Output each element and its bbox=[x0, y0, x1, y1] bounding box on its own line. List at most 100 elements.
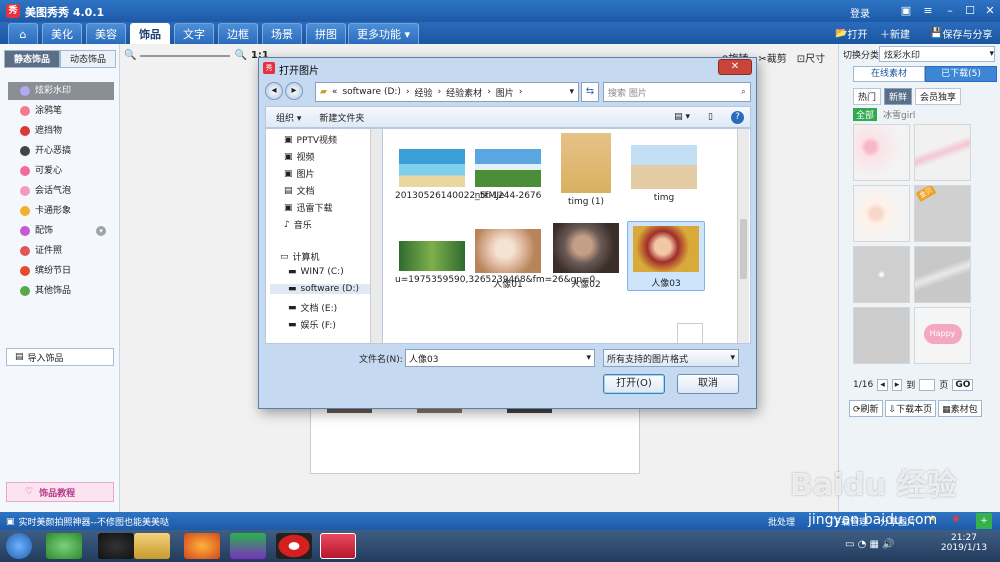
file-item-selected[interactable]: 人像03 bbox=[627, 221, 705, 291]
meitu-taskbar-icon[interactable] bbox=[320, 533, 356, 559]
file-item[interactable]: ntk-1244-2676 bbox=[471, 149, 545, 201]
zoom-slider[interactable] bbox=[140, 54, 231, 57]
save-share-button[interactable]: 💾 保存与分享 bbox=[930, 26, 992, 41]
crop-button[interactable]: ✂裁剪 bbox=[758, 50, 786, 65]
tab-beautify[interactable]: 美化 bbox=[42, 23, 82, 44]
breadcrumb-item[interactable]: 图片 bbox=[496, 86, 514, 99]
file-item[interactable]: timg bbox=[627, 145, 701, 203]
tab-animated-accessories[interactable]: 动态饰品 bbox=[60, 50, 116, 68]
address-bar[interactable]: ▰ « software (D:) › 经验 › 经验素材 › 图片 › ▾ bbox=[315, 82, 579, 102]
skin-icon[interactable]: ▣ bbox=[898, 3, 914, 19]
breadcrumb-item[interactable]: software (D:) bbox=[342, 87, 401, 97]
file-item[interactable]: 20130526140022_5fMJe bbox=[395, 149, 505, 201]
firefox-icon[interactable] bbox=[184, 533, 220, 559]
tab-collage[interactable]: 拼图 bbox=[306, 23, 346, 44]
minimize-icon[interactable]: – bbox=[942, 3, 958, 19]
tab-text[interactable]: 文字 bbox=[174, 23, 214, 44]
file-type-select[interactable]: 所有支持的图片格式 ▾ bbox=[603, 349, 739, 367]
breadcrumb-item[interactable]: 经验 bbox=[415, 86, 433, 99]
tab-static-accessories[interactable]: 静态饰品 bbox=[4, 50, 60, 68]
menu-icon[interactable]: ≡ bbox=[920, 3, 936, 19]
dialog-close-button[interactable]: ✕ bbox=[718, 59, 752, 75]
tab-border[interactable]: 边框 bbox=[218, 23, 258, 44]
breadcrumb-item[interactable]: 经验素材 bbox=[446, 86, 482, 99]
nav-item[interactable]: ▤ 文档 bbox=[284, 184, 315, 198]
new-button[interactable]: ＋新建 bbox=[880, 26, 910, 41]
file-list-scrollbar[interactable] bbox=[737, 129, 749, 343]
filter-hot[interactable]: 热门 bbox=[853, 88, 882, 105]
file-item[interactable]: 人像02 bbox=[549, 223, 623, 290]
left-item-funny[interactable]: 开心恶搞 bbox=[8, 142, 114, 160]
explorer-icon[interactable] bbox=[134, 533, 170, 559]
file-item[interactable]: 人像01 bbox=[471, 229, 545, 290]
app-360-icon[interactable] bbox=[46, 533, 82, 559]
chevron-down-icon[interactable]: ▾ bbox=[569, 87, 574, 97]
nav-item-drive-selected[interactable]: ▬ software (D:) bbox=[270, 284, 372, 294]
close-icon[interactable]: ✕ bbox=[982, 3, 998, 19]
start-button-icon[interactable] bbox=[6, 533, 32, 559]
maximize-icon[interactable]: ☐ bbox=[962, 3, 978, 19]
expand-icon[interactable]: ▾ bbox=[96, 226, 106, 236]
zoom-out-icon[interactable]: 🔍 bbox=[124, 50, 136, 61]
left-item-mask[interactable]: 遮挡物 bbox=[8, 122, 114, 140]
page-number-input[interactable] bbox=[919, 378, 936, 391]
filter-vip[interactable]: 会员独享 bbox=[915, 88, 962, 105]
batch-button[interactable]: 批处理 bbox=[768, 515, 795, 528]
filter-new[interactable]: 新鲜 bbox=[884, 88, 913, 105]
scrollbar-thumb[interactable] bbox=[740, 219, 747, 279]
tab-face[interactable]: 美容 bbox=[86, 23, 126, 44]
nav-item[interactable]: ▣ 视频 bbox=[284, 150, 315, 164]
organize-menu[interactable]: 组织 ▾ bbox=[276, 111, 301, 124]
nav-item-computer[interactable]: ▭ 计算机 bbox=[280, 250, 320, 264]
material-thumb[interactable] bbox=[853, 246, 910, 303]
tab-accessories[interactable]: 饰品 bbox=[130, 23, 170, 44]
video-app-icon[interactable] bbox=[230, 533, 266, 559]
open-button[interactable]: 📂 打开 bbox=[835, 26, 867, 41]
search-input[interactable]: 搜索 图片 ⌕ bbox=[603, 82, 751, 102]
left-item-doodle[interactable]: 涂鸦笔 bbox=[8, 102, 114, 120]
material-thumb[interactable] bbox=[853, 124, 910, 181]
left-item-id-photo[interactable]: 证件照 bbox=[8, 242, 114, 260]
import-accessory-button[interactable]: ▤ 导入饰品 bbox=[6, 348, 114, 366]
prev-page-icon[interactable]: ◂ bbox=[877, 378, 888, 391]
recorder-icon[interactable] bbox=[276, 533, 312, 559]
qq-icon[interactable] bbox=[98, 533, 134, 559]
left-item-other[interactable]: 其他饰品 bbox=[8, 282, 114, 300]
file-item[interactable]: u=1975359590,3265239468&fm=26&gp=0 bbox=[395, 241, 595, 285]
nav-item[interactable]: ▣ 图片 bbox=[284, 167, 315, 181]
generic-file-icon[interactable] bbox=[677, 323, 703, 343]
subfilter-all[interactable]: 全部 bbox=[853, 108, 878, 121]
tab-online-material[interactable]: 在线素材 bbox=[853, 66, 925, 82]
material-pack-button[interactable]: ▦素材包 bbox=[938, 400, 982, 417]
left-item-accessory[interactable]: 配饰 ▾ bbox=[8, 222, 114, 240]
next-page-icon[interactable]: ▸ bbox=[891, 378, 903, 391]
nav-item-drive[interactable]: ▬ 文档 (E:) bbox=[288, 301, 337, 315]
filename-input[interactable]: 人像03 ▾ bbox=[405, 349, 595, 367]
nav-item[interactable]: ♪ 音乐 bbox=[284, 218, 312, 232]
left-item-speech-bubble[interactable]: 会话气泡 bbox=[8, 182, 114, 200]
go-button[interactable]: GO bbox=[952, 378, 974, 391]
material-thumb[interactable] bbox=[914, 246, 971, 303]
download-page-button[interactable]: ⇩下载本页 bbox=[884, 400, 937, 417]
material-thumb[interactable] bbox=[914, 124, 971, 181]
category-select[interactable]: 炫彩水印 ▾ bbox=[879, 46, 995, 62]
material-thumb[interactable] bbox=[853, 307, 910, 364]
open-button[interactable]: 打开(O) bbox=[603, 374, 665, 394]
refresh-button[interactable]: ⟳刷新 bbox=[849, 400, 883, 417]
login-link[interactable]: 登录 bbox=[850, 5, 870, 20]
subfilter-snow-girl[interactable]: 冰雪girl bbox=[883, 108, 915, 121]
add-icon[interactable]: + bbox=[976, 513, 992, 529]
nav-item-drive[interactable]: ▬ 娱乐 (F:) bbox=[288, 318, 336, 332]
material-thumb[interactable]: 金贝 bbox=[914, 185, 971, 242]
tab-downloaded[interactable]: 已下载(5) bbox=[925, 66, 997, 82]
clock[interactable]: 21:27 2019/1/13 bbox=[940, 533, 988, 553]
refresh-icon[interactable]: ⇆ bbox=[581, 82, 599, 102]
home-icon[interactable]: ⌂ bbox=[8, 23, 38, 44]
left-item-colorful-watermark[interactable]: 炫彩水印 bbox=[8, 82, 114, 100]
forward-icon[interactable]: ▸ bbox=[285, 82, 303, 100]
nav-scrollbar[interactable] bbox=[370, 129, 382, 343]
nav-item[interactable]: ▣ PPTV视频 bbox=[284, 133, 337, 147]
left-item-festival[interactable]: 缤纷节日 bbox=[8, 262, 114, 280]
weibo-icon[interactable]: ◉ bbox=[952, 514, 960, 524]
left-item-cartoon[interactable]: 卡通形象 bbox=[8, 202, 114, 220]
